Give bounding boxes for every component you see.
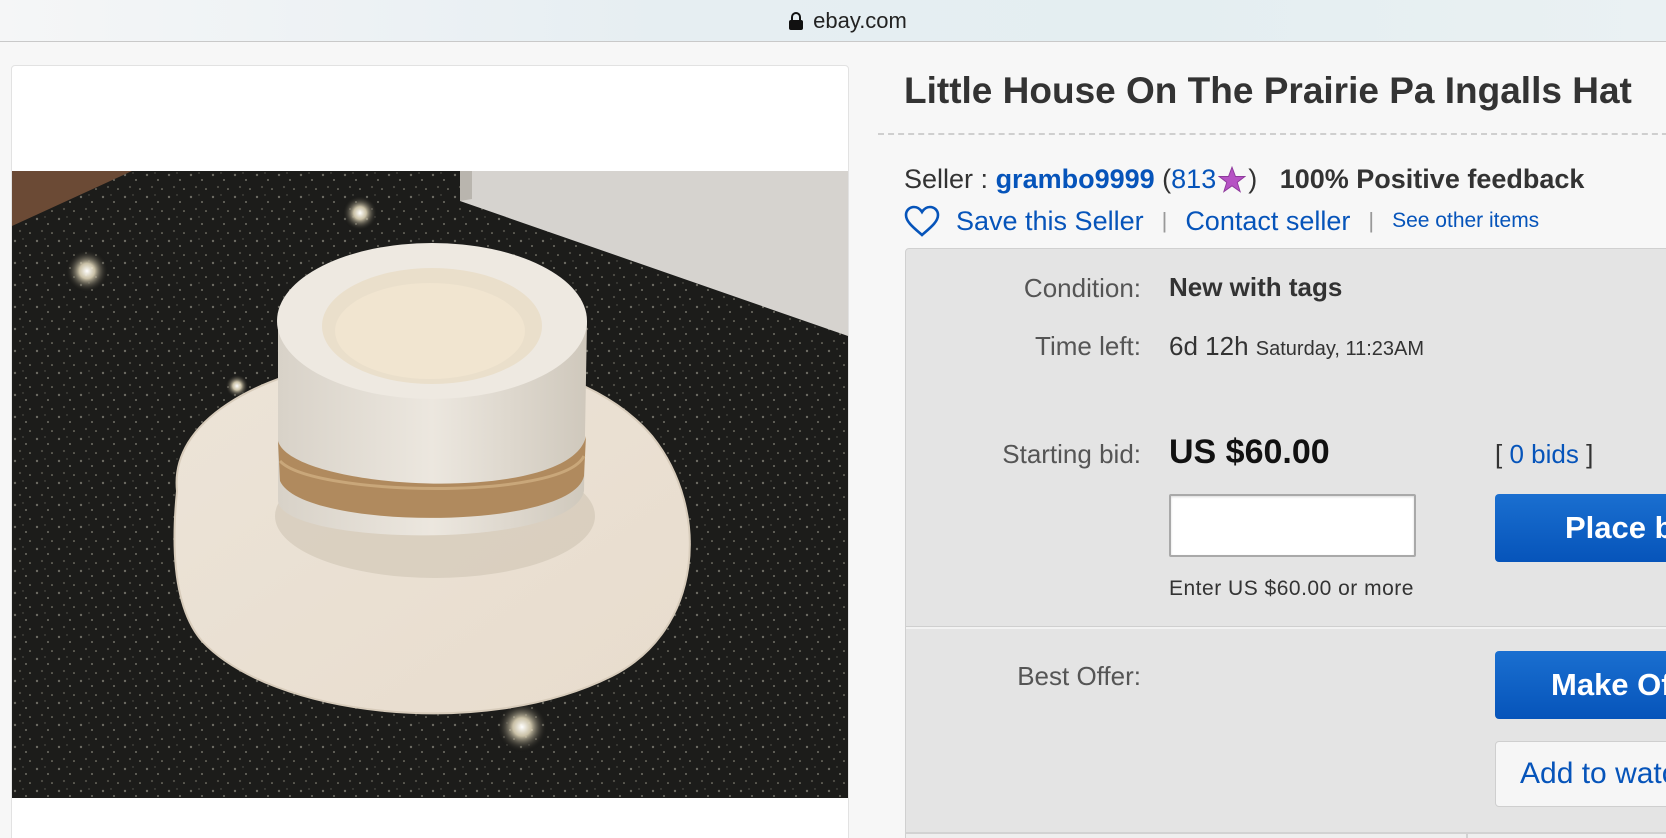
- paren-close: ): [1248, 164, 1258, 194]
- seller-label: Seller :: [904, 164, 989, 194]
- browser-address-bar[interactable]: ebay.com: [0, 0, 1666, 42]
- see-other-items-link[interactable]: See other items: [1392, 209, 1539, 233]
- time-left-value: 6d 12h Saturday, 11:23AM: [1169, 331, 1424, 362]
- time-left-end: Saturday, 11:23AM: [1255, 338, 1425, 360]
- bids-link[interactable]: 0 bids: [1509, 439, 1578, 469]
- product-image[interactable]: [12, 171, 848, 798]
- positive-feedback: 100% Positive feedback: [1279, 164, 1585, 194]
- starting-bid-value: US $60.00: [1169, 433, 1330, 471]
- contact-seller-link[interactable]: Contact seller: [1185, 206, 1350, 237]
- feedback-score-link[interactable]: 813: [1171, 164, 1216, 195]
- watchlist-label: Add to watchlist: [1520, 757, 1666, 790]
- purchase-panel: Condition: New with tags Time left: 6d 1…: [905, 248, 1666, 838]
- panel-divider: [906, 626, 1666, 629]
- separator: |: [1161, 208, 1168, 233]
- save-seller-link[interactable]: Save this Seller: [956, 206, 1144, 237]
- bid-hint: Enter US $60.00 or more: [1169, 577, 1414, 600]
- listing-title: Little House On The Prairie Pa Ingalls H…: [904, 70, 1632, 111]
- condition-value: New with tags: [1169, 272, 1343, 302]
- bracket-close: ]: [1586, 439, 1594, 469]
- bracket-open: [: [1495, 439, 1503, 469]
- add-to-watchlist-button[interactable]: Add to watchlist: [1495, 741, 1666, 807]
- title-divider: [878, 133, 1666, 135]
- seller-actions: Save this Seller | Contact seller | See …: [904, 205, 1539, 237]
- time-left-label: Time left:: [1035, 331, 1141, 361]
- seller-name-link[interactable]: grambo9999: [996, 164, 1155, 195]
- star-icon: [1218, 165, 1247, 193]
- image-viewer: [11, 65, 849, 838]
- paren-open: (: [1162, 164, 1172, 194]
- bid-amount-input[interactable]: [1169, 494, 1416, 557]
- heart-icon[interactable]: [904, 205, 940, 237]
- condition-label: Condition:: [1023, 273, 1141, 303]
- url-text[interactable]: ebay.com: [813, 8, 907, 34]
- make-offer-button[interactable]: Make Offer: [1495, 651, 1666, 719]
- time-left-duration: 6d 12h: [1169, 331, 1249, 361]
- separator: |: [1368, 208, 1375, 233]
- seller-info: Seller : grambo9999 (813 ) 100% Positive…: [904, 164, 1584, 195]
- starting-bid-label: Starting bid:: [1002, 439, 1141, 469]
- place-bid-button[interactable]: Place bid: [1495, 494, 1666, 562]
- best-offer-label: Best Offer:: [1017, 661, 1141, 691]
- lock-icon: [789, 11, 804, 30]
- panel-bottom-row: [906, 832, 1666, 838]
- cell-divider: [1466, 834, 1468, 838]
- bid-count: [ 0 bids ]: [1495, 439, 1593, 470]
